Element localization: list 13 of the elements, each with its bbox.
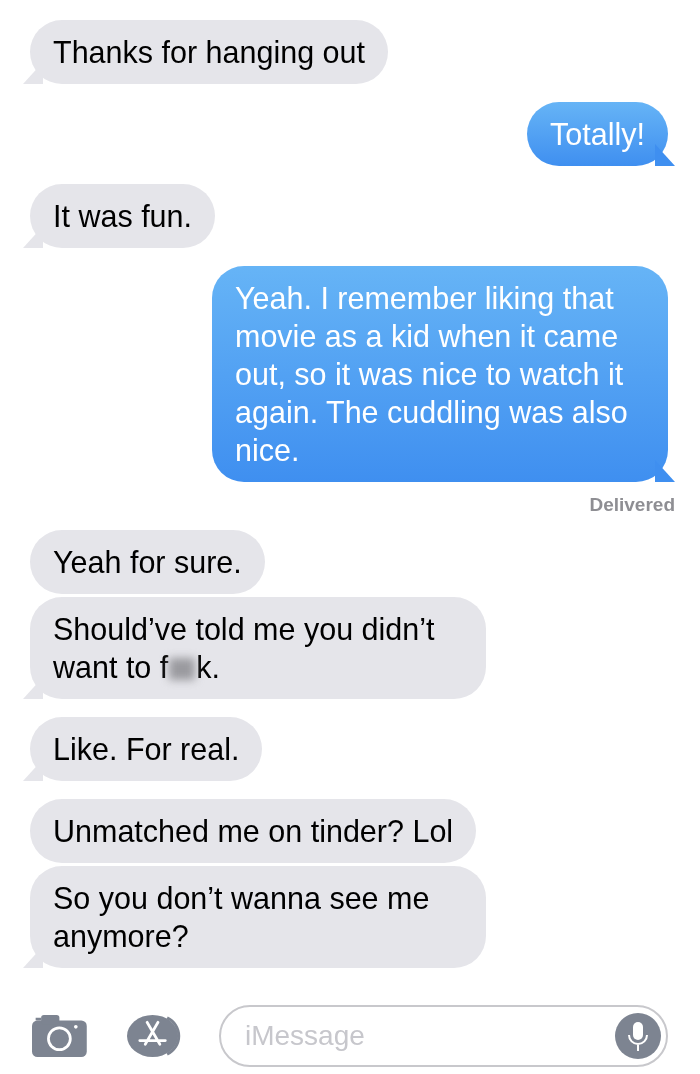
- microphone-icon[interactable]: [615, 1013, 661, 1059]
- message-bubble: It was fun.: [23, 184, 215, 248]
- message-bubble: Yeah. I remember liking that movie as a kid when it came out, so it was nice to watch it again. The cuddling was also nice.: [212, 266, 675, 482]
- message-bubble: Totally!: [527, 102, 675, 166]
- message-bubble: Should’ve told me you didn’t want to f k.: [23, 597, 486, 699]
- delivery-status: Delivered: [589, 494, 675, 516]
- camera-icon[interactable]: [32, 1013, 87, 1059]
- message-bubble: Thanks for hanging out: [23, 20, 388, 84]
- message-bubble: Like. For real.: [23, 717, 263, 781]
- message-bubble: Unmatched me on tinder? Lol: [23, 799, 477, 863]
- message-field[interactable]: iMessage: [219, 1005, 668, 1067]
- message-bubble: Yeah for sure.: [23, 530, 265, 594]
- message-bubble: So you don’t wanna see me anymore?: [23, 866, 486, 968]
